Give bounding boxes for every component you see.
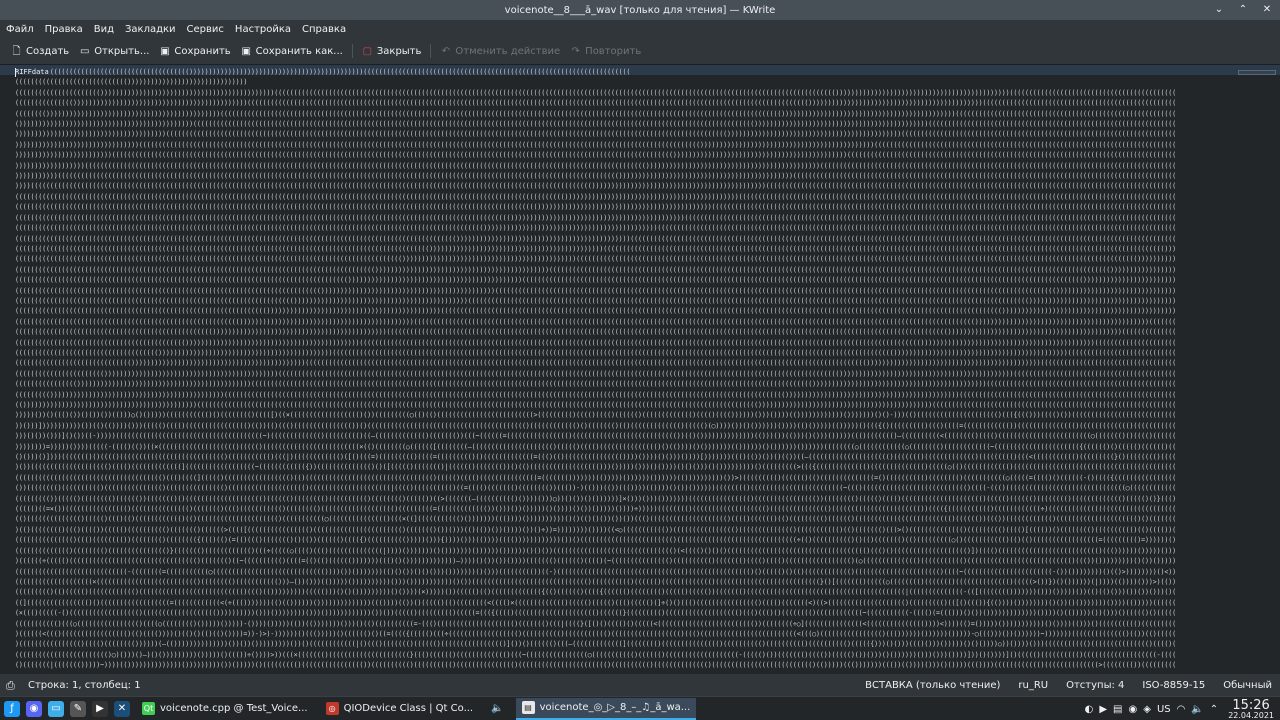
input-mode[interactable]: ВСТАВКА (только чтение): [865, 680, 1000, 691]
menu-file[interactable]: Файл: [2, 24, 41, 35]
files-icon[interactable]: ▭: [48, 700, 64, 717]
file-content-text: (((((((((((((((((((((((((((((((((((())))…: [15, 68, 1176, 670]
qt-assistant-icon: ◎: [325, 702, 339, 715]
new-button[interactable]: 🗋 Создать: [6, 42, 74, 60]
title-bar: voicenote__8___ā_wav [только для чтения]…: [0, 0, 1280, 20]
redo-icon: ↷: [571, 45, 580, 57]
redo-button[interactable]: ↷ Повторить: [565, 42, 646, 60]
save-icon: ▣: [160, 45, 170, 57]
save-button-label: Сохранить: [174, 45, 231, 57]
save-as-icon: ▣: [241, 45, 251, 57]
task-qt-creator[interactable]: Qt voicenote.cpp @ Test_Voice...: [136, 698, 314, 720]
launchers: ƒ ◉ ▭ ✎ ▶ ✕: [0, 700, 130, 717]
menu-view[interactable]: Вид: [90, 24, 121, 35]
text-editor-area[interactable]: (((((((((((((((((((((((((((((((((((())))…: [0, 64, 1280, 674]
task-kwrite[interactable]: ▤ voicenote_◎_▷_8_–_♫_ā_wa...: [515, 697, 697, 720]
editor-icon[interactable]: ✎: [70, 700, 86, 717]
speaker-icon: 🔈: [491, 703, 504, 714]
clock[interactable]: 15:26 22.04.2021: [1228, 699, 1274, 720]
menu-settings[interactable]: Настройка: [231, 24, 298, 35]
discord-icon[interactable]: ◉: [26, 700, 42, 717]
close-button-label: Закрыть: [376, 45, 422, 57]
clock-date: 22.04.2021: [1228, 710, 1274, 720]
close-button[interactable]: ▢ Закрыть: [357, 42, 427, 60]
menu-tools[interactable]: Сервис: [183, 24, 231, 35]
qt-creator-icon: Qt: [142, 702, 155, 715]
status-bar: ⎙ Строка: 1, столбец: 1 ВСТАВКА (только …: [0, 676, 1280, 696]
save-button[interactable]: ▣ Сохранить: [154, 42, 235, 60]
menu-bar: Файл Правка Вид Закладки Сервис Настройк…: [0, 20, 1280, 39]
app-menu-icon[interactable]: ƒ: [4, 700, 20, 717]
redo-button-label: Повторить: [585, 45, 642, 57]
toolbar-separator: [351, 44, 353, 58]
window-controls: ⌄ ⌃ ✕: [1212, 3, 1274, 17]
clock-time: 15:26: [1232, 697, 1270, 713]
terminal-icon[interactable]: ▶: [92, 700, 108, 717]
menu-help[interactable]: Справка: [298, 24, 353, 35]
dictionary-locale[interactable]: ru_RU: [1018, 680, 1048, 691]
clipboard-icon[interactable]: ▤: [1113, 704, 1122, 715]
keyboard-layout[interactable]: US: [1157, 704, 1171, 715]
undo-button[interactable]: ↶ Отменить действие: [435, 42, 565, 60]
network-icon[interactable]: ◉: [1129, 704, 1138, 715]
task-label: voicenote.cpp @ Test_Voice...: [160, 703, 308, 714]
wifi-icon[interactable]: ◠: [1177, 704, 1186, 715]
save-as-button[interactable]: ▣ Сохранить как...: [236, 42, 348, 60]
open-button[interactable]: ▭ Открыть...: [74, 42, 154, 60]
task-volume[interactable]: 🔈: [485, 698, 509, 720]
save-as-button-label: Сохранить как...: [255, 45, 343, 57]
indentation-setting[interactable]: Отступы: 4: [1066, 680, 1124, 691]
main-toolbar: 🗋 Создать ▭ Открыть... ▣ Сохранить ▣ Сох…: [0, 40, 1280, 62]
undo-button-label: Отменить действие: [455, 45, 561, 57]
taskbar: ƒ ◉ ▭ ✎ ▶ ✕ Qt voicenote.cpp @ Test_Voic…: [0, 696, 1280, 720]
undo-icon: ↶: [441, 45, 451, 57]
minimize-icon[interactable]: ⌄: [1212, 3, 1226, 17]
updates-icon[interactable]: ◈: [1143, 704, 1151, 715]
open-button-label: Открыть...: [94, 45, 150, 57]
syntax-mode[interactable]: Обычный: [1223, 680, 1272, 691]
system-tray: ◐ ▶ ▤ ◉ ◈ US ◠ 🔈 ⌃ 15:26 22.04.2021: [1085, 699, 1274, 720]
volume-icon[interactable]: 🔈: [1191, 704, 1203, 715]
maximize-icon[interactable]: ⌃: [1236, 3, 1250, 17]
tray-icon[interactable]: ◐: [1085, 704, 1094, 715]
task-label: QIODevice Class | Qt Co...: [343, 703, 474, 714]
text-cursor: [15, 68, 16, 77]
encoding-setting[interactable]: ISO-8859-15: [1142, 680, 1205, 691]
cursor-position[interactable]: Строка: 1, столбец: 1: [28, 680, 141, 691]
document-icon[interactable]: ⎙: [6, 679, 15, 693]
new-button-label: Создать: [26, 45, 70, 57]
task-qt-assistant[interactable]: ◎ QIODevice Class | Qt Co...: [320, 698, 480, 720]
open-folder-icon: ▭: [79, 45, 90, 57]
media-icon[interactable]: ▶: [1099, 704, 1107, 715]
close-app-icon[interactable]: ✕: [114, 700, 130, 717]
close-document-icon: ▢: [362, 45, 373, 57]
new-document-icon: 🗋: [12, 45, 21, 57]
file-header-text: RIFFdata: [15, 68, 49, 76]
toolbar-separator: [430, 44, 432, 58]
menu-edit[interactable]: Правка: [41, 24, 90, 35]
scroll-position-marker[interactable]: [1238, 70, 1276, 75]
tray-expand-icon[interactable]: ⌃: [1210, 704, 1218, 715]
menu-bookmarks[interactable]: Закладки: [121, 24, 183, 35]
task-label: voicenote_◎_▷_8_–_♫_ā_wa...: [539, 702, 691, 713]
window-title: voicenote__8___ā_wav [только для чтения]…: [504, 4, 776, 16]
close-window-icon[interactable]: ✕: [1260, 3, 1274, 17]
kwrite-icon: ▤: [521, 701, 535, 714]
